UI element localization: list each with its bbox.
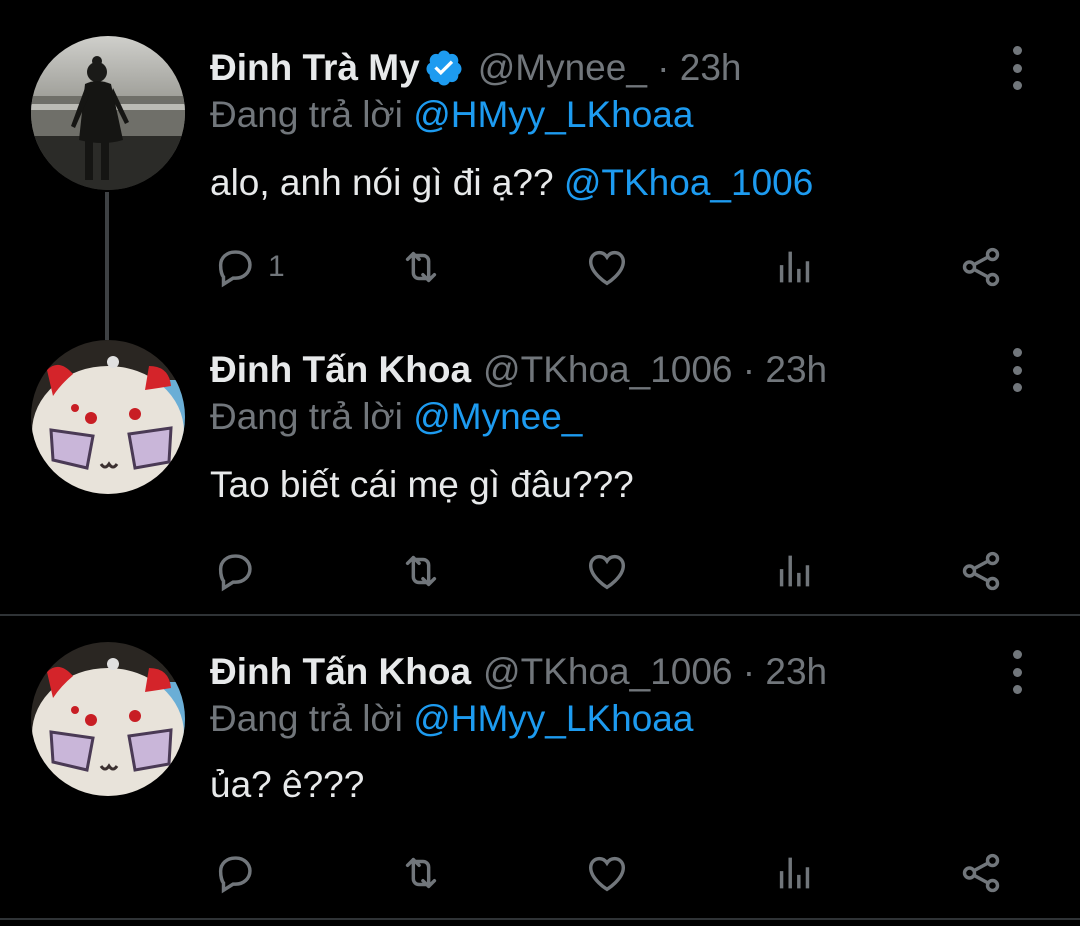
like-icon — [588, 554, 626, 590]
tweet-header: Đinh Tấn Khoa @TKhoa_1006 · 23h — [210, 640, 827, 704]
tweet-divider — [0, 614, 1080, 616]
replying-mention-link[interactable]: @Mynee_ — [413, 396, 582, 437]
author-name[interactable]: Đinh Tấn Khoa — [210, 349, 471, 391]
analytics-button[interactable] — [772, 546, 818, 596]
share-button[interactable] — [958, 546, 1004, 596]
replying-to: Đang trả lời @HMyy_LKhoaa — [210, 698, 693, 740]
retweet-button[interactable] — [398, 546, 444, 596]
reply-count: 1 — [268, 250, 285, 283]
like-icon — [588, 856, 626, 892]
more-options-icon[interactable] — [1000, 46, 1034, 90]
like-button[interactable] — [584, 546, 630, 596]
replying-prefix: Đang trả lời — [210, 396, 414, 437]
reply-button[interactable] — [212, 848, 258, 898]
more-options-icon[interactable] — [1000, 348, 1034, 392]
share-icon — [962, 853, 1000, 893]
tweet-text: alo, anh nói gì đi ạ?? @TKhoa_1006 — [210, 162, 813, 204]
action-bar — [0, 546, 1080, 596]
retweet-icon — [405, 857, 437, 889]
reply-icon — [218, 856, 252, 894]
replying-prefix: Đang trả lời — [210, 94, 414, 135]
tweet-mention-link[interactable]: @TKhoa_1006 — [564, 162, 813, 203]
replying-prefix: Đang trả lời — [210, 698, 414, 739]
like-button[interactable] — [584, 242, 630, 292]
tweet-text-body: Tao biết cái mẹ gì đâu??? — [210, 464, 634, 505]
share-button[interactable] — [958, 242, 1004, 292]
tweet-header: Đinh Trà My @Mynee_ · 23h — [210, 36, 742, 100]
handle-and-time: @TKhoa_1006 · 23h — [483, 651, 828, 692]
plush-toy-avatar — [31, 340, 185, 494]
reply-button[interactable] — [212, 546, 258, 596]
analytics-icon — [779, 251, 810, 283]
plush-toy-avatar — [31, 642, 185, 796]
tweet-text-body: ủa? ê??? — [210, 764, 365, 805]
reply-icon — [218, 250, 252, 288]
analytics-button[interactable] — [772, 242, 818, 292]
replying-mention-link[interactable]: @HMyy_LKhoaa — [413, 698, 693, 739]
replying-to: Đang trả lời @Mynee_ — [210, 396, 582, 438]
action-bar: 1 — [0, 242, 1080, 292]
author-name[interactable]: Đinh Tấn Khoa — [210, 651, 471, 693]
analytics-icon — [779, 555, 810, 587]
share-icon — [962, 551, 1000, 591]
retweet-button[interactable] — [398, 242, 444, 292]
retweet-button[interactable] — [398, 848, 444, 898]
verified-badge-icon — [426, 50, 462, 86]
retweet-icon — [405, 555, 437, 587]
avatar[interactable] — [31, 340, 185, 494]
tweet-divider — [0, 918, 1080, 920]
replying-to: Đang trả lời @HMyy_LKhoaa — [210, 94, 693, 136]
reply-button[interactable]: 1 — [212, 242, 285, 292]
like-icon — [588, 250, 626, 286]
replying-mention-link[interactable]: @HMyy_LKhoaa — [413, 94, 693, 135]
analytics-button[interactable] — [772, 848, 818, 898]
author-name[interactable]: Đinh Trà My — [210, 47, 420, 89]
tweet-text: Tao biết cái mẹ gì đâu??? — [210, 464, 634, 506]
avatar[interactable] — [31, 36, 185, 190]
avatar[interactable] — [31, 642, 185, 796]
share-button[interactable] — [958, 848, 1004, 898]
action-bar — [0, 848, 1080, 898]
tweet-text-body: alo, anh nói gì đi ạ?? — [210, 162, 564, 203]
like-button[interactable] — [584, 848, 630, 898]
reply-icon — [218, 554, 252, 592]
share-icon — [962, 247, 1000, 287]
analytics-icon — [779, 857, 810, 889]
tweet-text: ủa? ê??? — [210, 764, 364, 806]
beach-silhouette-avatar — [31, 36, 185, 190]
retweet-icon — [405, 251, 437, 283]
tweet-header: Đinh Tấn Khoa @TKhoa_1006 · 23h — [210, 338, 827, 402]
handle-and-time: @Mynee_ · 23h — [477, 47, 742, 88]
more-options-icon[interactable] — [1000, 650, 1034, 694]
handle-and-time: @TKhoa_1006 · 23h — [483, 349, 828, 390]
